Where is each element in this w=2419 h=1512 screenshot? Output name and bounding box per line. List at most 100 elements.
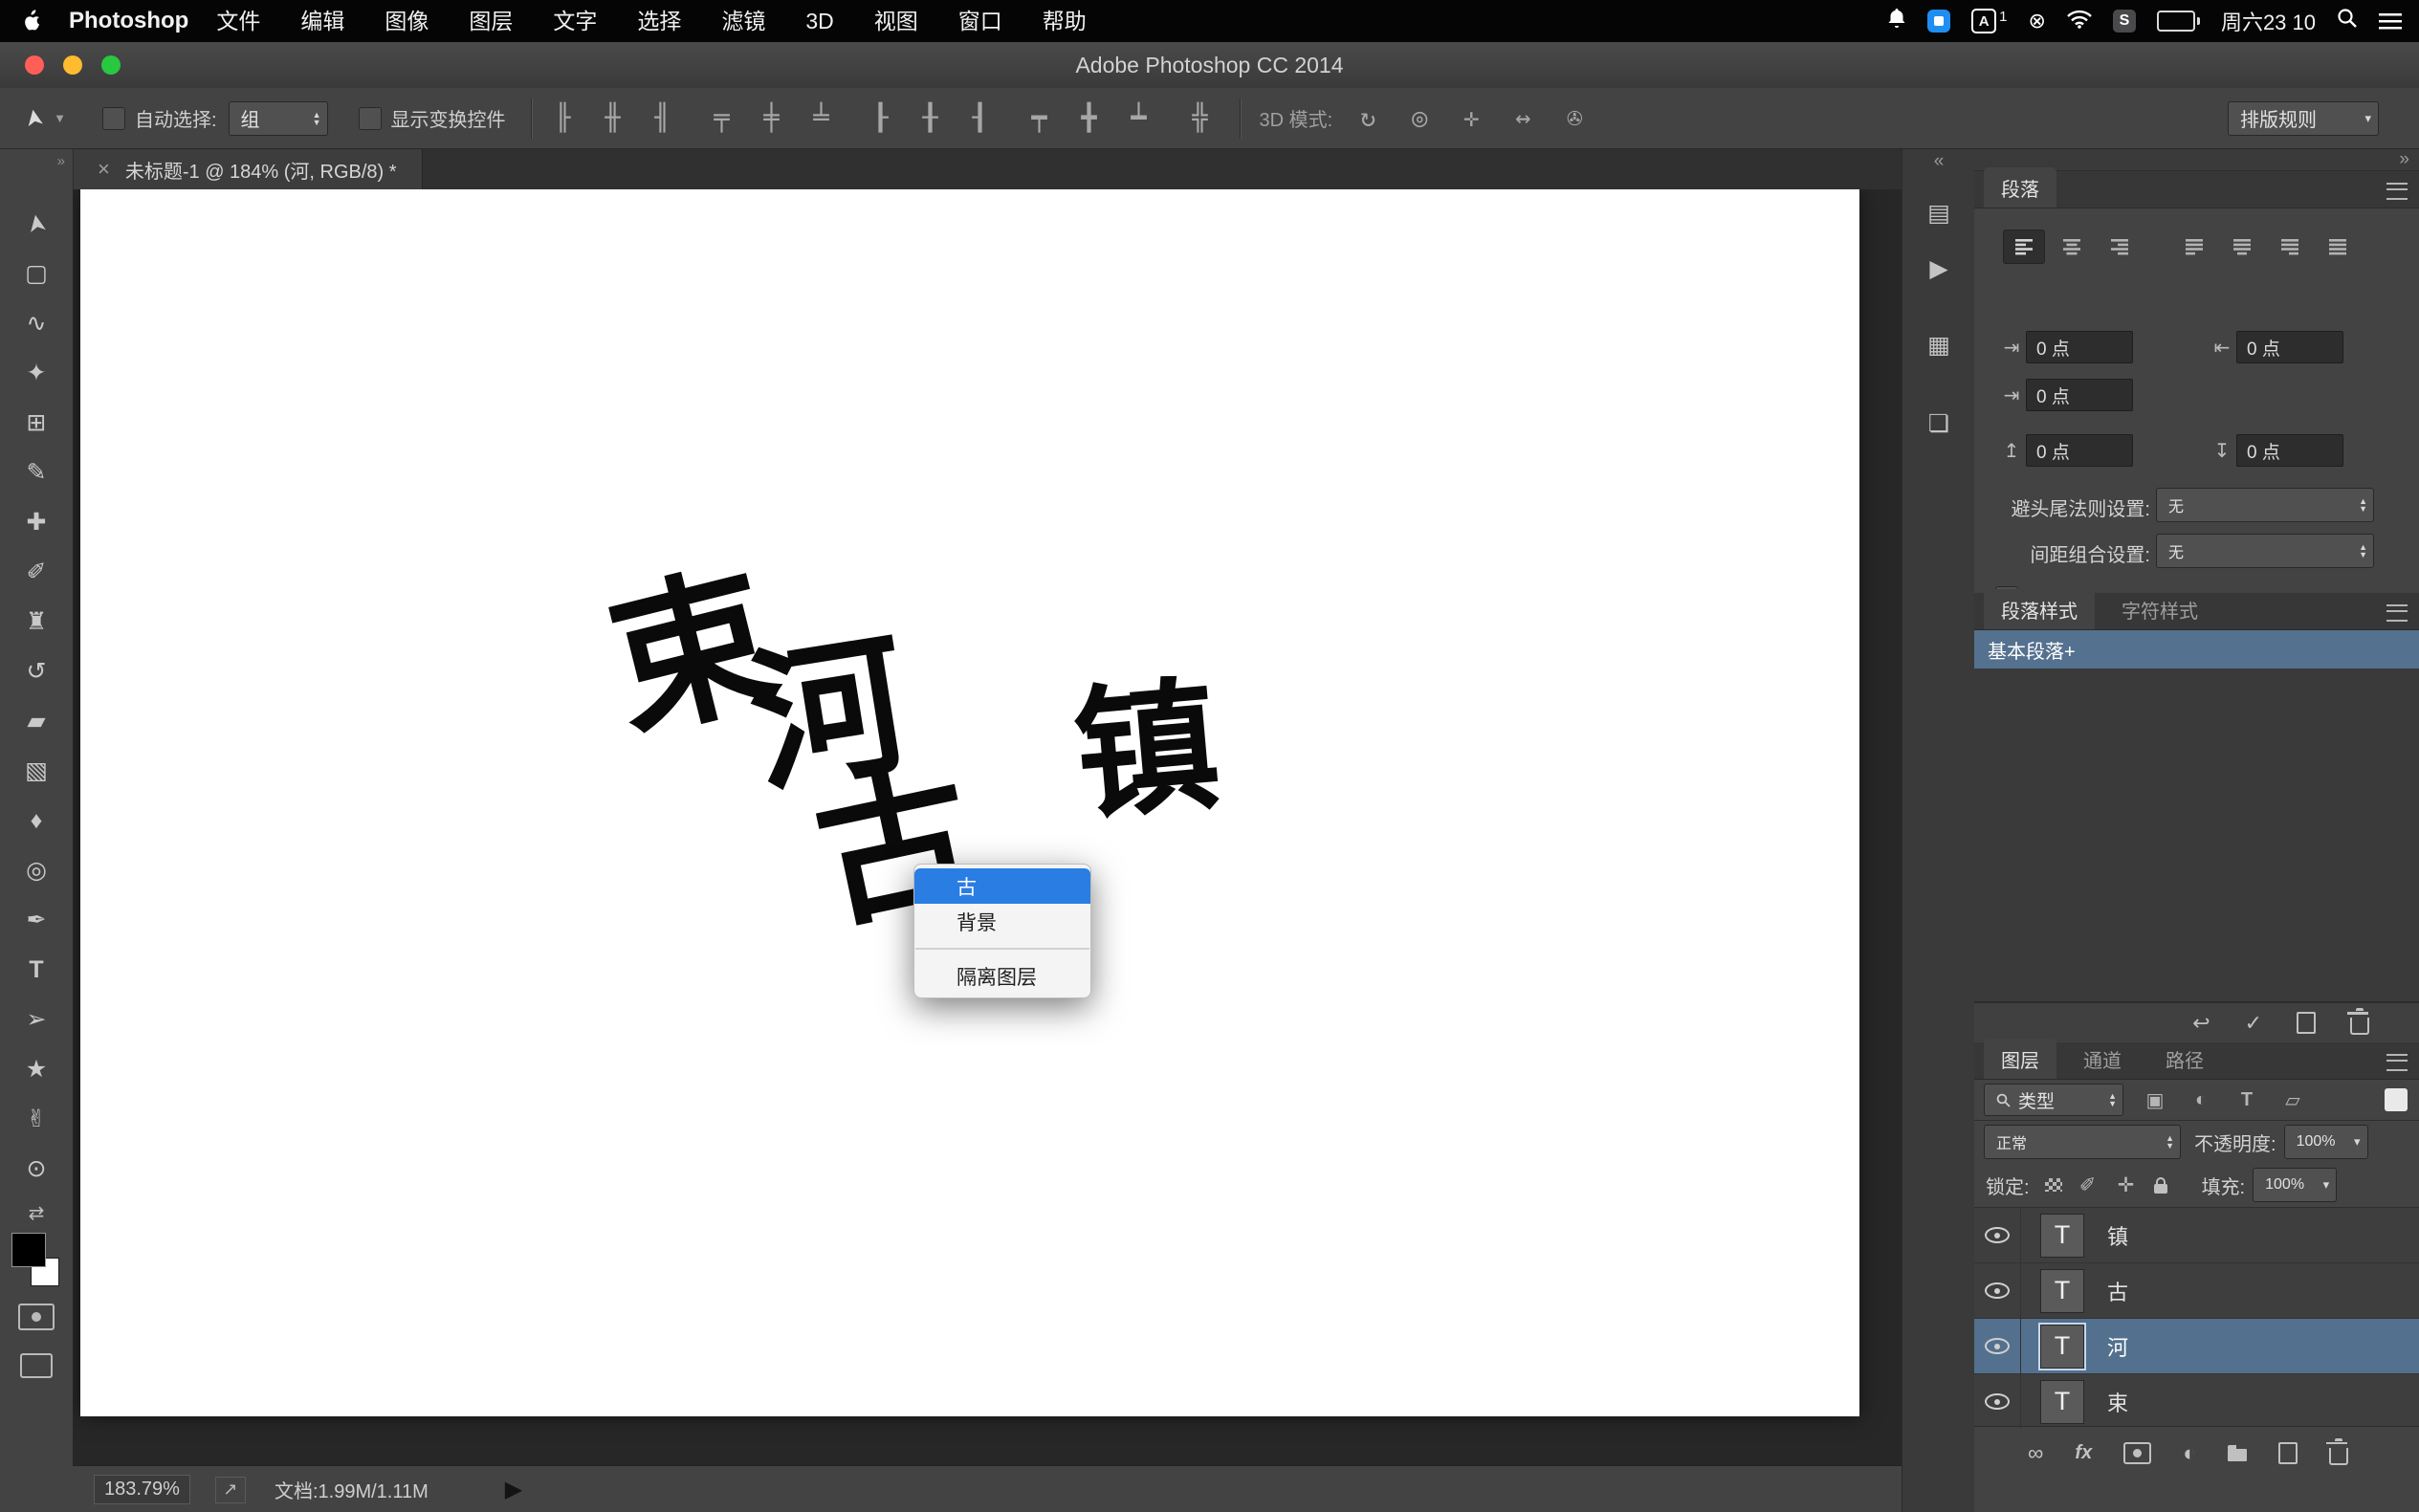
- pen-tool[interactable]: ✒: [27, 906, 47, 934]
- layer-name[interactable]: 古: [2107, 1276, 2128, 1306]
- delete-layer-icon[interactable]: [2329, 1448, 2348, 1465]
- lock-transparency-icon[interactable]: [2045, 1178, 2062, 1192]
- battery-icon[interactable]: [2157, 11, 2200, 32]
- distribute-spacing-button[interactable]: ╬: [1186, 103, 1215, 133]
- context-menu-item-selected[interactable]: 古: [914, 868, 1090, 904]
- add-layer-mask-icon[interactable]: [2123, 1442, 2151, 1464]
- collapsed-panel-styles-icon[interactable]: ❏: [1902, 409, 1975, 438]
- expand-panels-icon[interactable]: »: [2399, 149, 2409, 170]
- layer-filter-dropdown[interactable]: 类型 ▲▼: [1984, 1084, 2123, 1116]
- export-arrow-icon[interactable]: ↗: [215, 1477, 246, 1503]
- menu-select[interactable]: 选择: [617, 0, 701, 42]
- path-selection-tool[interactable]: ➢: [14, 1002, 58, 1037]
- layer-name[interactable]: 束: [2107, 1387, 2128, 1417]
- menu-view[interactable]: 视图: [854, 0, 938, 42]
- fill-dropdown[interactable]: 100% ▾: [2253, 1168, 2337, 1202]
- paragraph-panel-menu-icon[interactable]: [2386, 183, 2408, 200]
- clear-override-icon[interactable]: ↩: [2192, 1011, 2210, 1036]
- swap-colors-icon[interactable]: ⇄: [0, 1201, 73, 1225]
- collapsed-panel-actions-icon[interactable]: ▶: [1902, 254, 1975, 283]
- 3d-pan-button[interactable]: ✛: [1457, 103, 1485, 133]
- align-right-button[interactable]: [2099, 230, 2141, 264]
- layer-visibility-toggle[interactable]: [1974, 1374, 2021, 1429]
- apple-menu-icon[interactable]: [23, 10, 42, 33]
- layer-row-gu[interactable]: T 古: [1974, 1263, 2419, 1319]
- toolbar-expand-icon[interactable]: »: [57, 153, 65, 169]
- layer-style-fx-icon[interactable]: fx: [2075, 1442, 2092, 1464]
- menu-image[interactable]: 图像: [364, 0, 449, 42]
- dodge-tool[interactable]: ◎: [14, 853, 58, 887]
- 3d-camera-button[interactable]: ✇: [1560, 103, 1589, 133]
- menu-3d[interactable]: 3D: [785, 0, 853, 42]
- notification-bell-icon[interactable]: [1887, 8, 1906, 34]
- move-tool-preset[interactable]: ➤ ▼: [25, 104, 66, 132]
- redefine-style-icon[interactable]: ✓: [2245, 1011, 2262, 1036]
- menu-window[interactable]: 窗口: [938, 0, 1023, 42]
- justify-last-left-button[interactable]: [2173, 230, 2215, 264]
- distribute-vertical-button[interactable]: ╋: [1075, 103, 1104, 133]
- wifi-icon[interactable]: [2067, 9, 2092, 34]
- space-before-field[interactable]: 0 点: [2026, 434, 2133, 467]
- zoom-level-field[interactable]: 183.79%: [94, 1475, 190, 1504]
- layer-visibility-toggle[interactable]: [1974, 1319, 2021, 1373]
- brush-tool[interactable]: ✐: [14, 555, 58, 589]
- new-layer-icon[interactable]: [2278, 1442, 2298, 1464]
- context-menu-item-background[interactable]: 背景: [914, 904, 1090, 939]
- layer-visibility-toggle[interactable]: [1974, 1263, 2021, 1318]
- opacity-dropdown[interactable]: 100% ▾: [2284, 1125, 2368, 1159]
- lock-paint-icon[interactable]: ✐: [2076, 1173, 2100, 1197]
- layer-row-zhen[interactable]: T 镇: [1974, 1208, 2419, 1263]
- filter-shape-layers-icon[interactable]: ▱: [2278, 1088, 2307, 1112]
- menu-type[interactable]: 文字: [533, 0, 617, 42]
- delete-style-icon[interactable]: [2350, 1018, 2369, 1035]
- layer-visibility-toggle[interactable]: [1974, 1208, 2021, 1262]
- notification-center-icon[interactable]: [2379, 13, 2402, 30]
- context-menu-item-isolate[interactable]: 隔离图层: [914, 958, 1090, 994]
- input-source-icon[interactable]: A1: [1971, 9, 2007, 33]
- align-top-edges-button[interactable]: ╤: [708, 103, 737, 133]
- typeset-rules-dropdown[interactable]: 排版规则 ▾: [2228, 101, 2379, 136]
- menu-file[interactable]: 文件: [196, 0, 280, 42]
- hand-tool[interactable]: ✌: [14, 1102, 58, 1136]
- healing-brush-tool[interactable]: ✚: [14, 505, 58, 539]
- type-layer-thumbnail[interactable]: T: [2040, 1269, 2084, 1313]
- lock-position-icon[interactable]: ✛: [2114, 1173, 2139, 1197]
- first-line-indent-field[interactable]: 0 点: [2026, 379, 2133, 411]
- space-after-field[interactable]: 0 点: [2236, 434, 2343, 467]
- adjustment-layer-icon[interactable]: ◐: [2183, 1440, 2196, 1466]
- collapse-panels-icon[interactable]: «: [1902, 151, 1975, 172]
- zoom-tool[interactable]: ⊙: [14, 1151, 58, 1186]
- move-tool[interactable]: ➤: [14, 207, 58, 241]
- distribute-left-button[interactable]: ┠: [867, 103, 895, 133]
- new-group-icon[interactable]: [2228, 1449, 2247, 1461]
- layer-name[interactable]: 镇: [2107, 1220, 2128, 1251]
- magic-wand-tool[interactable]: ✦: [14, 356, 58, 390]
- show-transform-checkbox[interactable]: [359, 107, 382, 130]
- align-bottom-edges-button[interactable]: ╧: [807, 103, 836, 133]
- filter-pixel-layers-icon[interactable]: ▣: [2141, 1088, 2169, 1112]
- type-layer-thumbnail[interactable]: T: [2040, 1214, 2084, 1258]
- eraser-tool[interactable]: ▰: [14, 704, 58, 738]
- menu-edit[interactable]: 编辑: [280, 0, 364, 42]
- new-style-icon[interactable]: [2297, 1012, 2316, 1034]
- window-zoom-button[interactable]: [101, 55, 121, 75]
- lasso-tool[interactable]: ∿: [14, 306, 58, 340]
- document-canvas[interactable]: 束 河 古 镇: [80, 189, 1859, 1416]
- history-brush-tool[interactable]: ↺: [14, 654, 58, 689]
- canvas-area[interactable]: 束 河 古 镇 古 背景 隔离图层: [73, 189, 1902, 1465]
- right-indent-field[interactable]: 0 点: [2236, 331, 2343, 363]
- distribute-top-button[interactable]: ┯: [1025, 103, 1054, 133]
- tab-paragraph-styles[interactable]: 段落样式: [1984, 589, 2095, 629]
- filter-type-layers-icon[interactable]: T: [2232, 1089, 2261, 1111]
- clone-stamp-tool[interactable]: ♜: [14, 604, 58, 639]
- left-indent-field[interactable]: 0 点: [2026, 331, 2133, 363]
- tab-paragraph[interactable]: 段落: [1984, 167, 2056, 208]
- collapsed-panel-info-icon[interactable]: ▦: [1902, 331, 1975, 360]
- filter-adjustment-layers-icon[interactable]: ◐: [2187, 1089, 2215, 1111]
- styles-panel-menu-icon[interactable]: [2386, 604, 2408, 622]
- type-layer-thumbnail[interactable]: T: [2040, 1325, 2084, 1369]
- window-close-button[interactable]: [25, 55, 44, 75]
- justify-all-button[interactable]: [2317, 230, 2359, 264]
- tab-channels[interactable]: 通道: [2066, 1039, 2139, 1079]
- distribute-right-button[interactable]: ┨: [966, 103, 995, 133]
